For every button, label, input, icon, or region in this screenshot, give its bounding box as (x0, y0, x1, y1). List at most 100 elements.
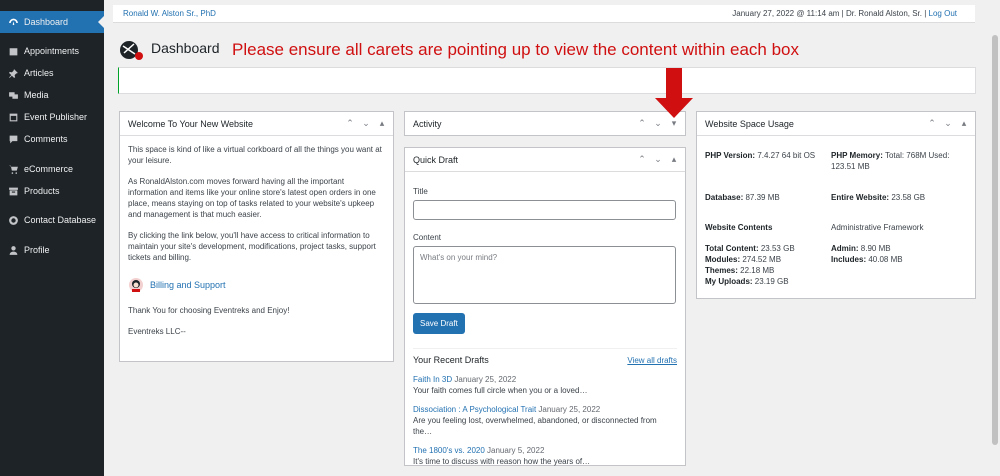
space-usage-grid: PHP Version: 7.4.27 64 bit OS PHP Memory… (697, 136, 975, 286)
caret-notice: Please ensure all carets are pointing up… (232, 40, 800, 59)
top-bar: Ronald W. Alston Sr., PhD January 27, 20… (113, 5, 975, 23)
sidebar-item-dashboard[interactable]: Dashboard (0, 11, 104, 33)
draft-date: January 5, 2022 (487, 446, 545, 455)
toggle-caret-icon[interactable]: ▾ (669, 118, 679, 128)
content-breakdown: Total Content: 23.53 GB Modules: 274.52 … (705, 244, 795, 286)
page-scrollbar[interactable] (990, 0, 1000, 476)
media-icon (7, 89, 19, 101)
view-all-drafts-link[interactable]: View all drafts (627, 355, 677, 366)
site-owner-link[interactable]: Ronald W. Alston Sr., PhD (123, 9, 216, 18)
sidebar-item-label: Contact Database (24, 215, 97, 225)
archive-icon (7, 185, 19, 197)
activity-widget: Activity ⌃ ⌄ ▾ (404, 111, 686, 136)
framework-breakdown: Admin: 8.90 MB Includes: 40.08 MB (831, 244, 903, 264)
logout-link[interactable]: Log Out (929, 9, 957, 18)
draft-item: Dissociation : A Psychological Trait Jan… (413, 404, 677, 437)
draft-title-link[interactable]: Faith In 3D (413, 375, 452, 384)
sidebar-item-label: Comments (24, 134, 68, 144)
sidebar-item-ecommerce[interactable]: eCommerce (0, 158, 104, 180)
draft-item: Faith In 3D January 25, 2022 Your faith … (413, 374, 677, 396)
content-label: Content (413, 233, 442, 242)
sidebar-item-comments[interactable]: Comments (0, 128, 104, 150)
sidebar-item-label: Articles (24, 68, 54, 78)
widget-title: Website Space Usage (705, 118, 794, 129)
draft-date: January 25, 2022 (538, 405, 601, 414)
draft-excerpt: It's time to discuss with reason how the… (413, 457, 591, 466)
scrollbar-thumb[interactable] (992, 35, 998, 445)
sidebar-item-profile[interactable]: Profile (0, 239, 104, 261)
sidebar-item-products[interactable]: Products (0, 180, 104, 202)
welcome-signature: Eventreks LLC-- (128, 327, 186, 336)
circle-icon (7, 214, 19, 226)
widget-header: Welcome To Your New Website ⌃ ⌄ ▴ (120, 112, 393, 136)
database-size: Database: 87.39 MB (705, 193, 780, 202)
move-up-icon[interactable]: ⌃ (637, 118, 647, 128)
calendar-icon (7, 45, 19, 57)
welcome-paragraph: This space is kind of like a virtual cor… (128, 145, 382, 165)
avatar-icon (129, 278, 143, 292)
draft-date: January 25, 2022 (454, 375, 517, 384)
cart-icon (7, 163, 19, 175)
page-title: Dashboard (151, 40, 220, 56)
welcome-paragraph: Thank You for choosing Eventreks and Enj… (128, 306, 290, 315)
sidebar-item-label: Profile (24, 245, 50, 255)
title-input[interactable] (413, 200, 676, 220)
entire-website-size: Entire Website: 23.58 GB (831, 193, 926, 202)
sidebar-item-event-publisher[interactable]: Event Publisher (0, 106, 104, 128)
space-usage-widget: Website Space Usage ⌃ ⌄ ▴ PHP Version: 7… (696, 111, 976, 299)
php-memory: PHP Memory: Total: 768M Used: 123.51 MB (831, 151, 950, 171)
sidebar-item-label: Appointments (24, 46, 80, 56)
sidebar-item-articles[interactable]: Articles (0, 62, 104, 84)
recent-drafts-label: Your Recent Drafts (413, 355, 489, 365)
move-down-icon[interactable]: ⌄ (653, 154, 663, 164)
pin-icon (7, 67, 19, 79)
billing-row: Billing and Support (128, 277, 385, 293)
recent-drafts-header: Your Recent Drafts View all drafts (413, 348, 677, 366)
user-info: January 27, 2022 @ 11:14 am | Dr. Ronald… (732, 9, 957, 18)
move-up-icon[interactable]: ⌃ (637, 154, 647, 164)
move-up-icon[interactable]: ⌃ (927, 118, 937, 128)
sidebar-item-label: eCommerce (24, 164, 74, 174)
draft-excerpt: Are you feeling lost, overwhelmed, aband… (413, 416, 657, 436)
admin-sidebar: Dashboard Appointments Articles Media Ev… (0, 0, 104, 476)
admin-framework-heading: Administrative Framework (831, 223, 924, 232)
draft-title-link[interactable]: Dissociation : A Psychological Trait (413, 405, 536, 414)
date-user-text: January 27, 2022 @ 11:14 am | Dr. Ronald… (732, 9, 927, 18)
billing-support-link[interactable]: Billing and Support (150, 280, 226, 291)
sidebar-item-appointments[interactable]: Appointments (0, 40, 104, 62)
toggle-caret-icon[interactable]: ▴ (959, 118, 969, 128)
website-contents-heading: Website Contents (705, 223, 773, 232)
draft-item: The 1800's vs. 2020 January 5, 2022 It's… (413, 445, 677, 467)
widget-header: Website Space Usage ⌃ ⌄ ▴ (697, 112, 975, 136)
event-icon (7, 111, 19, 123)
admin-notice-box (118, 67, 976, 94)
sidebar-item-label: Event Publisher (24, 112, 88, 122)
save-draft-button[interactable]: Save Draft (413, 313, 465, 334)
welcome-paragraph: As RonaldAlston.com moves forward having… (128, 177, 376, 219)
draft-title-link[interactable]: The 1800's vs. 2020 (413, 446, 485, 455)
sidebar-item-label: Products (24, 186, 60, 196)
move-up-icon[interactable]: ⌃ (345, 118, 355, 128)
move-down-icon[interactable]: ⌄ (361, 118, 371, 128)
comment-icon (7, 133, 19, 145)
widget-header: Quick Draft ⌃ ⌄ ▴ (405, 148, 685, 172)
sidebar-item-label: Media (24, 90, 49, 100)
move-down-icon[interactable]: ⌄ (943, 118, 953, 128)
sidebar-item-contact-database[interactable]: Contact Database (0, 209, 104, 231)
sidebar-item-media[interactable]: Media (0, 84, 104, 106)
toggle-caret-icon[interactable]: ▴ (669, 154, 679, 164)
welcome-widget: Welcome To Your New Website ⌃ ⌄ ▴ This s… (119, 111, 394, 362)
sidebar-item-label: Dashboard (24, 17, 69, 27)
dashboard-icon (7, 16, 19, 28)
draft-excerpt: Your faith comes full circle when you or… (413, 386, 588, 395)
site-logo-icon (118, 38, 146, 62)
php-version: PHP Version: 7.4.27 64 bit OS (705, 151, 816, 160)
quick-draft-widget: Quick Draft ⌃ ⌄ ▴ Title Content What's o… (404, 147, 686, 466)
widget-title: Quick Draft (413, 154, 459, 165)
down-arrow-icon (655, 68, 693, 118)
toggle-caret-icon[interactable]: ▴ (377, 118, 387, 128)
move-down-icon[interactable]: ⌄ (653, 118, 663, 128)
content-textarea[interactable]: What's on your mind? (413, 246, 676, 304)
title-label: Title (413, 187, 428, 196)
widget-title: Welcome To Your New Website (128, 118, 254, 129)
